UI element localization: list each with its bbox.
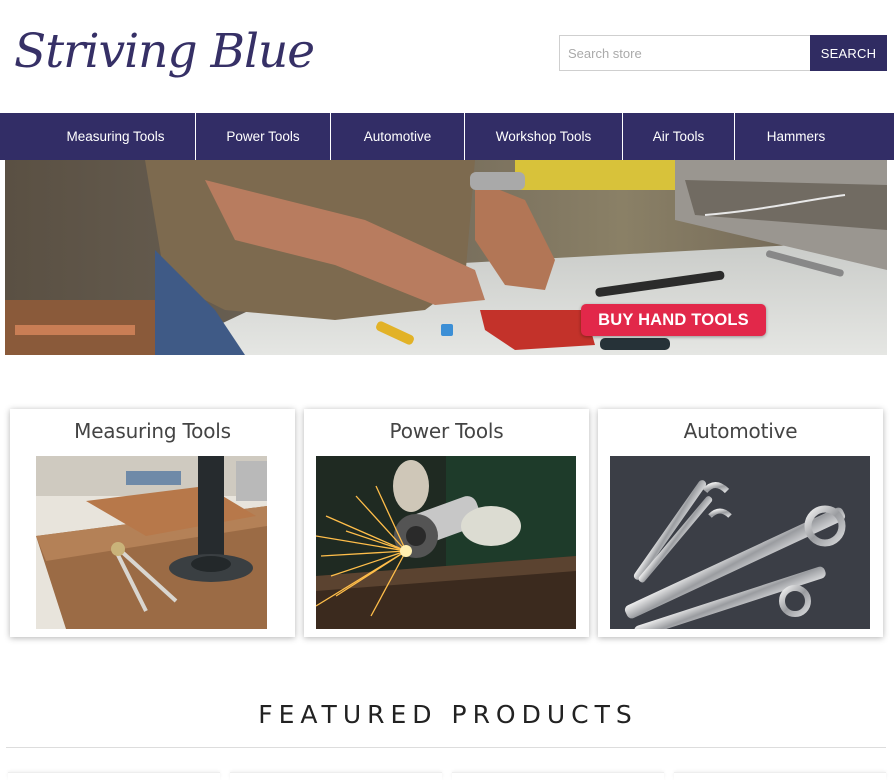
site-logo[interactable]: Striving Blue	[14, 24, 315, 79]
automotive-image	[610, 456, 870, 629]
buy-hand-tools-button[interactable]: BUY HAND TOOLS	[581, 304, 766, 336]
nav-item-power-tools[interactable]: Power Tools	[196, 113, 331, 160]
category-card-measuring-tools[interactable]: Measuring Tools	[10, 409, 295, 637]
category-title: Power Tools	[389, 419, 504, 443]
product-card[interactable]	[674, 772, 886, 780]
search-button[interactable]: SEARCH	[810, 35, 887, 71]
category-image[interactable]	[316, 456, 576, 629]
power-tools-image	[316, 456, 576, 629]
category-title: Automotive	[683, 419, 798, 443]
section-divider	[6, 747, 886, 748]
measuring-tools-image	[36, 456, 267, 629]
product-card[interactable]	[8, 772, 220, 780]
category-card-power-tools[interactable]: Power Tools	[304, 409, 589, 637]
product-card[interactable]	[230, 772, 442, 780]
category-image[interactable]	[610, 456, 870, 629]
category-card-automotive[interactable]: Automotive	[598, 409, 883, 637]
nav-item-workshop-tools[interactable]: Workshop Tools	[465, 113, 623, 160]
category-title: Measuring Tools	[74, 419, 231, 443]
product-card[interactable]	[452, 772, 664, 780]
search-input[interactable]	[559, 35, 810, 71]
slider-dot[interactable]	[441, 324, 453, 336]
nav-item-measuring-tools[interactable]: Measuring Tools	[36, 113, 196, 160]
category-image[interactable]	[36, 456, 267, 629]
nav-item-hammers[interactable]: Hammers	[735, 113, 857, 160]
page: Striving Blue SEARCH Measuring Tools Pow…	[0, 0, 896, 780]
hero-banner[interactable]: BUY HAND TOOLS	[5, 160, 887, 355]
featured-products-heading: FEATURED PRODUCTS	[258, 700, 638, 729]
search-form: SEARCH	[559, 35, 887, 71]
nav-item-automotive[interactable]: Automotive	[331, 113, 465, 160]
nav-item-air-tools[interactable]: Air Tools	[623, 113, 735, 160]
main-nav: Measuring Tools Power Tools Automotive W…	[0, 113, 894, 160]
